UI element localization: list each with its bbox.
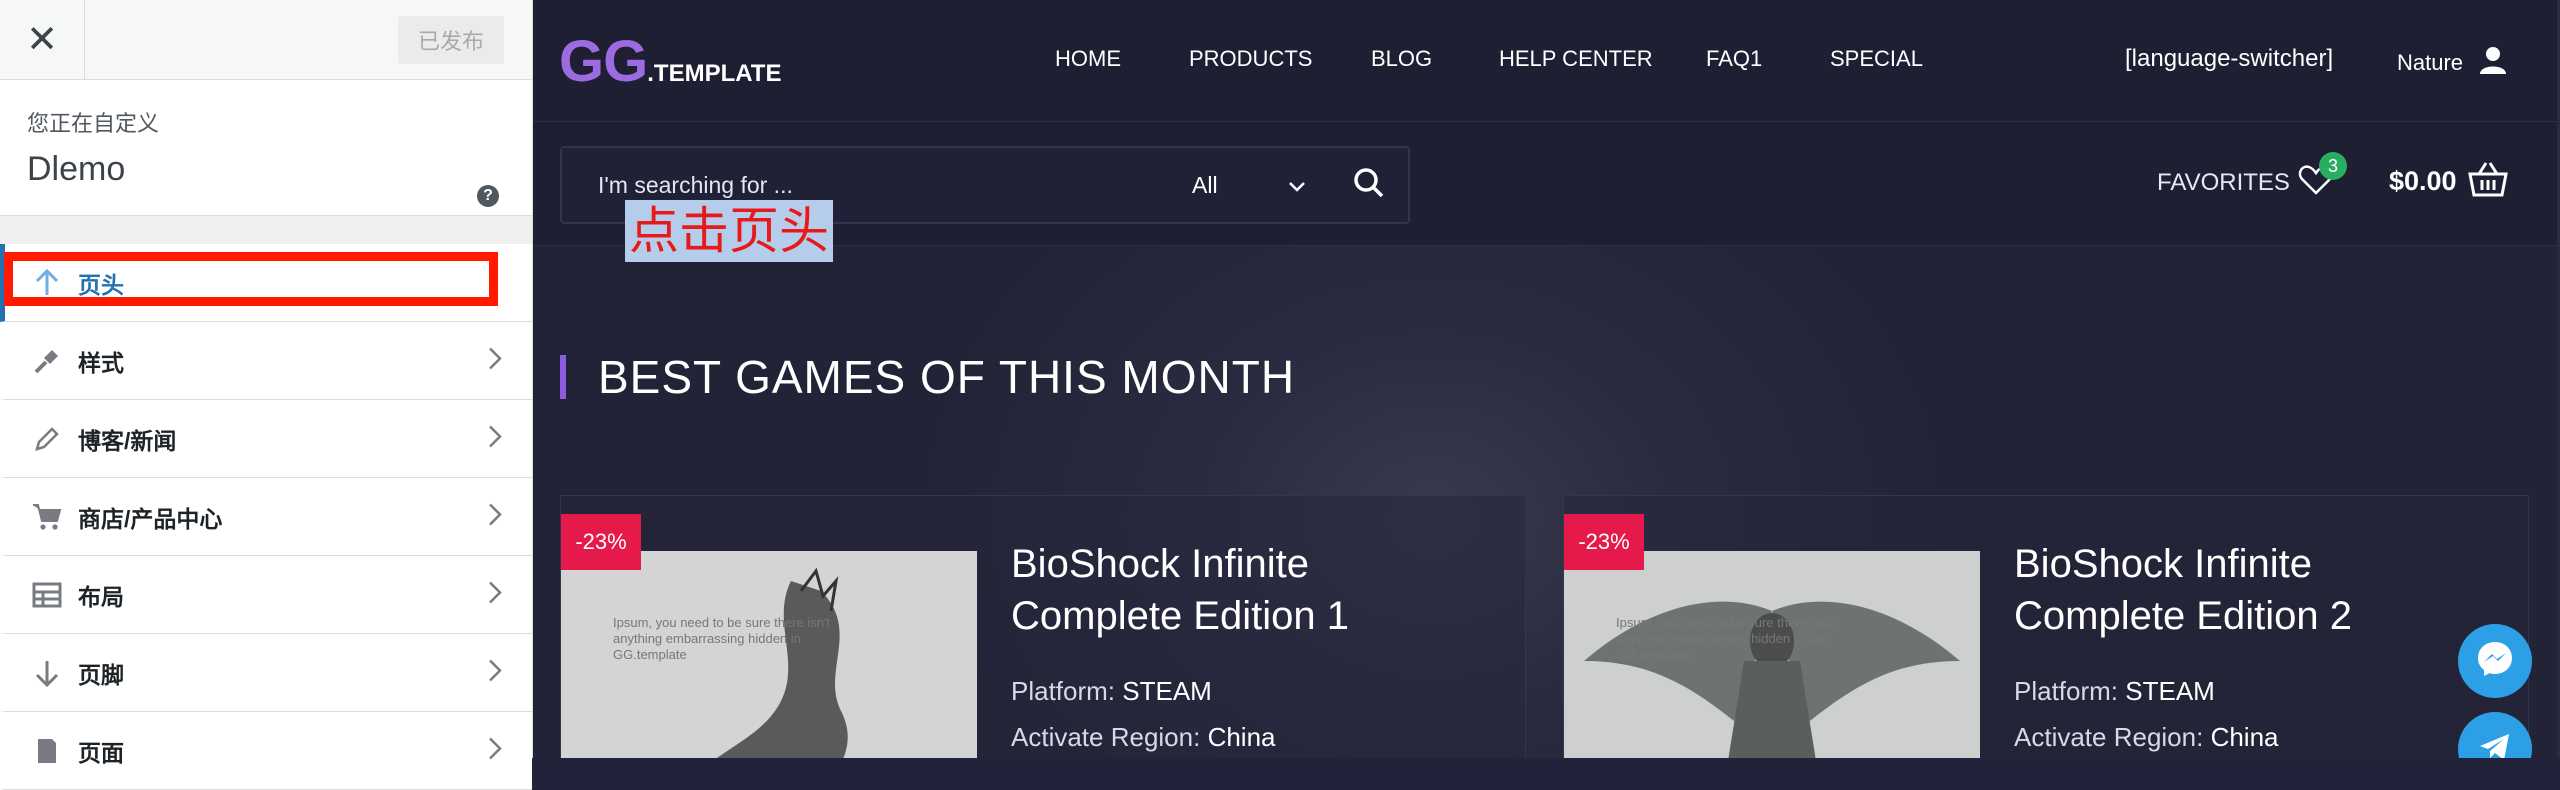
site-preview: GG .TEMPLATE HOME PRODUCTS BLOG HELP CEN… xyxy=(533,0,2560,758)
thumbnail-caption: Ipsum, you need to be sure there isn't a… xyxy=(613,615,831,662)
brush-icon xyxy=(30,346,64,376)
product-card[interactable]: Ipsum, you need to be sure there isn't a… xyxy=(1563,495,2529,758)
region-label: Activate Region: xyxy=(2014,722,2204,752)
product-thumbnail[interactable]: Ipsum, you need to be sure there isn't a… xyxy=(561,551,977,758)
customizer-section-list: 页头 样式 博客/新闻 商店/产品中心 布局 页脚 页面 xyxy=(0,244,532,790)
section-shop[interactable]: 商店/产品中心 xyxy=(0,478,532,556)
messenger-icon xyxy=(2475,639,2515,684)
platform-row: Platform: STEAM xyxy=(2014,676,2215,707)
close-icon: ✕ xyxy=(26,19,58,61)
chevron-right-icon xyxy=(488,346,502,375)
chevron-right-icon xyxy=(488,658,502,687)
favorites-link[interactable]: FAVORITES 3 xyxy=(2157,152,2347,201)
chevron-down-icon xyxy=(1288,172,1306,199)
favorites-label: FAVORITES xyxy=(2157,168,2290,196)
site-header: GG .TEMPLATE HOME PRODUCTS BLOG HELP CEN… xyxy=(533,0,2560,122)
chevron-right-icon xyxy=(488,580,502,609)
section-footer[interactable]: 页脚 xyxy=(0,634,532,712)
section-label: 布局 xyxy=(78,583,124,610)
nav-blog[interactable]: BLOG xyxy=(1371,46,1499,72)
section-label: 样式 xyxy=(78,349,124,376)
customizer-info: 您正在自定义 Dlemo ? xyxy=(0,80,532,216)
basket-icon xyxy=(2467,160,2509,203)
logo-main: GG xyxy=(559,29,648,94)
region-label: Activate Region: xyxy=(1011,722,1201,752)
annotation-text: 点击页头 xyxy=(625,200,833,262)
platform-label: Platform: xyxy=(2014,676,2119,706)
search-button[interactable] xyxy=(1352,166,1386,205)
nav-products[interactable]: PRODUCTS xyxy=(1189,46,1371,72)
region-value: China xyxy=(1207,722,1276,752)
region-row: Activate Region: China xyxy=(1011,722,1276,753)
discount-badge: -23% xyxy=(561,514,641,570)
nav-special[interactable]: SPECIAL xyxy=(1830,46,1923,72)
section-label: 商店/产品中心 xyxy=(78,505,223,532)
section-blog[interactable]: 博客/新闻 xyxy=(0,400,532,478)
platform-label: Platform: xyxy=(1011,676,1116,706)
chevron-right-icon xyxy=(488,424,502,453)
section-pages[interactable]: 页面 xyxy=(0,712,532,790)
section-label: 页脚 xyxy=(78,661,124,688)
region-value: China xyxy=(2210,722,2279,752)
section-label: 页头 xyxy=(78,271,124,298)
cart-amount: $0.00 xyxy=(2389,166,2457,196)
site-logo[interactable]: GG .TEMPLATE xyxy=(559,28,781,95)
customizer-sidebar: ✕ 已发布 您正在自定义 Dlemo ? 页头 样式 博客/新闻 商店/产品中心… xyxy=(0,0,533,790)
product-title[interactable]: BioShock Infinite Complete Edition 1 xyxy=(1011,538,1491,642)
section-header[interactable]: 页头 xyxy=(0,244,532,322)
platform-row: Platform: STEAM xyxy=(1011,676,1212,707)
table-icon xyxy=(30,582,64,608)
customizing-label: 您正在自定义 xyxy=(27,111,160,136)
chevron-right-icon xyxy=(488,502,502,531)
arrow-up-icon xyxy=(30,268,64,297)
pencil-icon xyxy=(30,425,64,453)
cart-icon xyxy=(30,502,64,532)
site-name: Dlemo xyxy=(27,150,126,188)
category-value: All xyxy=(1192,171,1218,198)
nav-home[interactable]: HOME xyxy=(1055,46,1189,72)
section-label: 博客/新闻 xyxy=(78,427,177,454)
nav-faq1[interactable]: FAQ1 xyxy=(1706,46,1830,72)
section-title-text: BEST GAMES OF THIS MONTH xyxy=(598,351,1296,403)
cart-link[interactable]: $0.00 xyxy=(2389,160,2509,203)
section-label: 页面 xyxy=(78,739,124,766)
language-switcher[interactable]: [language-switcher] xyxy=(2125,45,2333,73)
close-customizer-button[interactable]: ✕ xyxy=(0,0,85,80)
product-title[interactable]: BioShock Infinite Complete Edition 2 xyxy=(2014,538,2494,642)
user-account[interactable]: Nature xyxy=(2397,44,2509,81)
search-bar-row: All FAVORITES 3 $0.00 xyxy=(533,122,2560,246)
product-card[interactable]: Ipsum, you need to be sure there isn't a… xyxy=(560,495,1526,758)
messenger-button[interactable] xyxy=(2458,624,2532,698)
chevron-right-icon xyxy=(488,736,502,765)
category-select[interactable]: All xyxy=(1192,148,1306,222)
publish-button[interactable]: 已发布 xyxy=(397,15,504,64)
user-name: Nature xyxy=(2397,49,2464,75)
user-icon xyxy=(2477,44,2509,81)
help-icon[interactable]: ? xyxy=(477,185,499,207)
product-thumbnail[interactable]: Ipsum, you need to be sure there isn't a… xyxy=(1564,551,1980,758)
heading-accent-bar xyxy=(560,355,566,399)
platform-value: STEAM xyxy=(1122,676,1212,706)
arrow-down-icon xyxy=(30,659,64,687)
section-style[interactable]: 样式 xyxy=(0,322,532,400)
page-icon xyxy=(30,737,64,765)
main-nav: HOME PRODUCTS BLOG HELP CENTER FAQ1 SPEC… xyxy=(1055,46,1923,72)
logo-suffix: .TEMPLATE xyxy=(647,60,782,87)
search-icon xyxy=(1352,168,1386,204)
nav-help-center[interactable]: HELP CENTER xyxy=(1499,46,1706,72)
customizer-header: ✕ 已发布 xyxy=(0,0,532,80)
platform-value: STEAM xyxy=(2125,676,2215,706)
section-heading: BEST GAMES OF THIS MONTH xyxy=(560,350,1295,404)
thumbnail-caption: Ipsum, you need to be sure there isn't a… xyxy=(1616,615,1834,662)
telegram-icon xyxy=(2475,727,2515,758)
region-row: Activate Region: China xyxy=(2014,722,2279,753)
section-layout[interactable]: 布局 xyxy=(0,556,532,634)
discount-badge: -23% xyxy=(1564,514,1644,570)
favorites-count-badge: 3 xyxy=(2319,152,2347,180)
